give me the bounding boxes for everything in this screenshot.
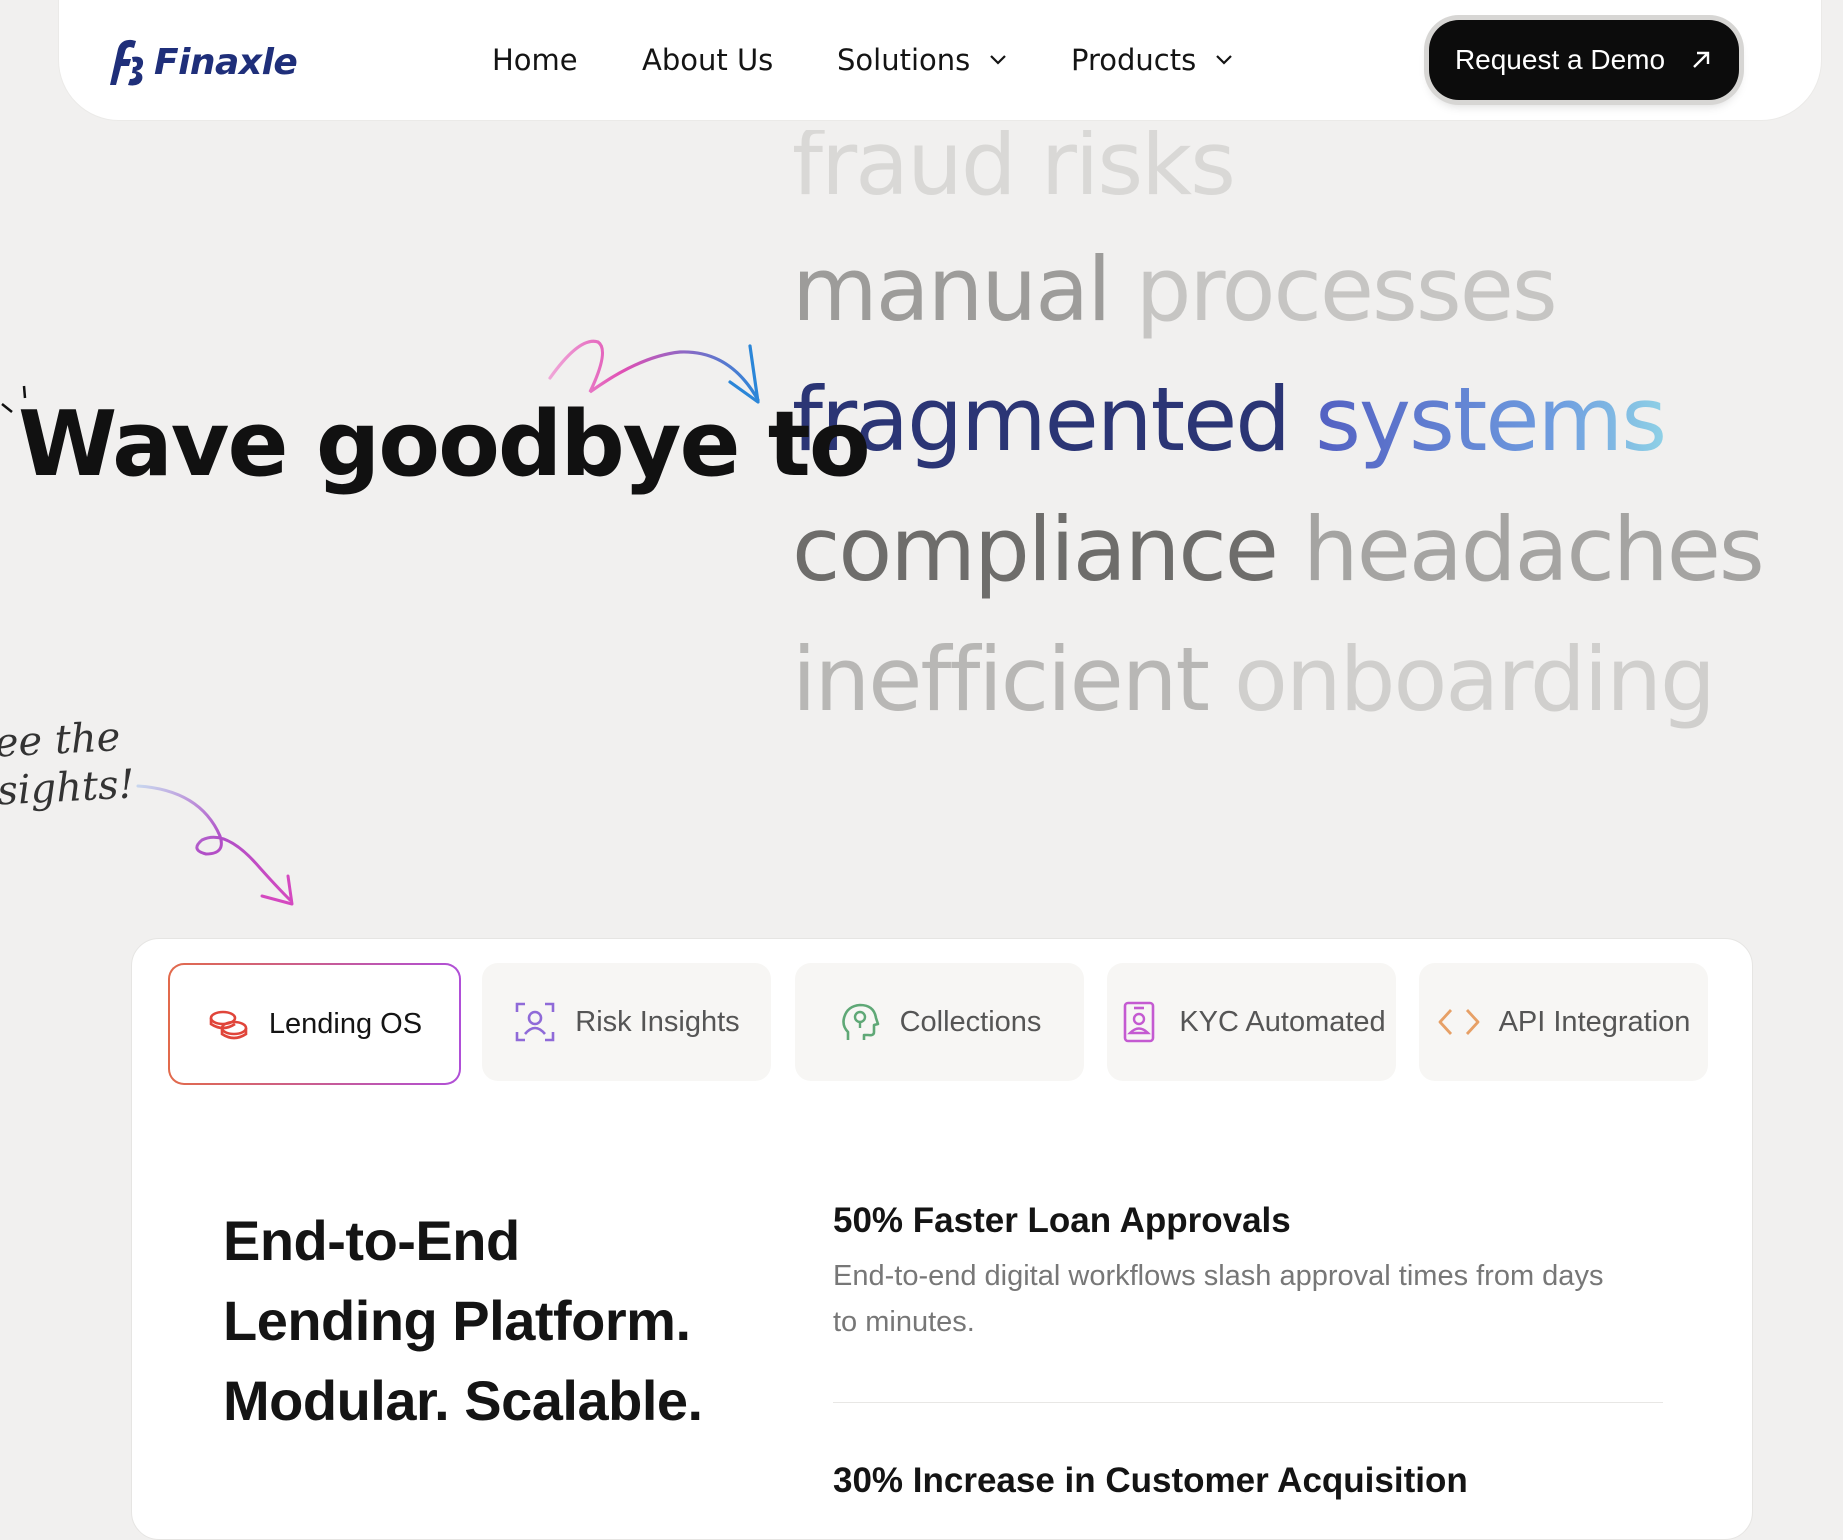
nav-about-label: About Us [642,43,774,77]
brand-name: Finaxle [154,41,298,83]
finaxle-logo-icon [110,39,144,86]
stat-title: 30% Increase in Customer Acquisition [833,1461,1468,1500]
rotating-phrase-active: fragmented systems [792,368,1667,471]
tab-collections[interactable]: Collections [795,963,1084,1081]
nav-products[interactable]: Products [1071,40,1234,80]
top-navbar: Finaxle Home About Us Solutions Products… [59,0,1821,120]
stat-title: 50% Faster Loan Approvals [833,1201,1291,1240]
squiggle-arrow-icon [548,339,760,404]
tab-kyc-automated[interactable]: KYC Automated [1107,963,1396,1081]
rotating-word-2: processes [1135,238,1558,341]
curly-arrow-icon [136,784,294,906]
rotating-word-1: fraud [792,112,1017,215]
nav-solutions[interactable]: Solutions [837,40,1008,80]
handwritten-note-line1: ee the [0,714,122,767]
handwritten-note-line2: sights! [0,761,136,815]
rotating-word-2: risks [1040,112,1234,215]
tab-api-integration-label: API Integration [1498,1005,1691,1038]
nav-home-label: Home [492,43,578,77]
rotating-word-2: onboarding [1234,628,1716,731]
tab-kyc-automated-label: KYC Automated [1179,1005,1386,1038]
nav-products-label: Products [1071,43,1197,77]
stat-description: End-to-end digital workflows slash appro… [833,1253,1663,1345]
tab-lending-os[interactable]: Lending OS [168,963,461,1085]
solutions-card: Lending OS Risk Insights Collections KYC… [131,938,1753,1540]
nav-solutions-label: Solutions [837,43,971,77]
nav-home[interactable]: Home [492,40,578,80]
spark-lines-icon [1,385,27,413]
rotating-phrase: manual processes [792,238,1558,341]
request-demo-label: Request a Demo [1454,44,1666,75]
rotating-word-1: compliance [792,498,1279,601]
arrow-up-right-icon [1693,51,1710,68]
stat-item: 30% Increase in Customer Acquisition [833,1461,1663,1501]
chevron-down-icon [1216,55,1232,65]
nav-about-us[interactable]: About Us [642,40,773,80]
tab-risk-insights[interactable]: Risk Insights [482,963,771,1081]
tab-collections-label: Collections [899,1005,1042,1038]
handwritten-note: ee the sights! [0,712,136,815]
stat-item: 50% Faster Loan Approvals End-to-end dig… [833,1201,1663,1345]
rotating-word-2: systems [1315,368,1667,471]
brain-head-icon [841,1003,879,1040]
rotating-word-1: manual [792,238,1112,341]
feature-title-line2: Lending Platform. [223,1289,691,1352]
rotating-phrase: inefficient onboarding [792,628,1716,731]
stat-divider [833,1402,1663,1403]
scan-user-icon [515,1002,555,1042]
rotating-word-1: inefficient [792,628,1210,731]
request-demo-button[interactable]: Request a Demo [1429,20,1739,100]
rotating-word-2: headaches [1302,498,1765,601]
tab-api-integration[interactable]: API Integration [1419,963,1708,1081]
code-brackets-icon [1438,1009,1479,1035]
brand-logo[interactable]: Finaxle [96,34,298,90]
chevron-down-icon [990,55,1007,65]
rotating-phrase: compliance headaches [792,498,1765,601]
feature-title: End-to-End Lending Platform. Modular. Sc… [223,1201,783,1441]
stat-description-line1: End-to-end digital workflows slash appro… [833,1260,1604,1292]
stat-description-line2: to minutes. [833,1306,975,1338]
tab-risk-insights-label: Risk Insights [575,1005,740,1038]
id-badge-icon [1124,1001,1155,1043]
feature-title-line1: End-to-End [223,1209,520,1272]
coins-icon [209,1010,248,1040]
feature-title-line3: Modular. Scalable. [223,1369,703,1432]
rotating-phrase: fraud risks [792,112,1234,215]
tab-lending-os-label: Lending OS [268,1007,423,1040]
